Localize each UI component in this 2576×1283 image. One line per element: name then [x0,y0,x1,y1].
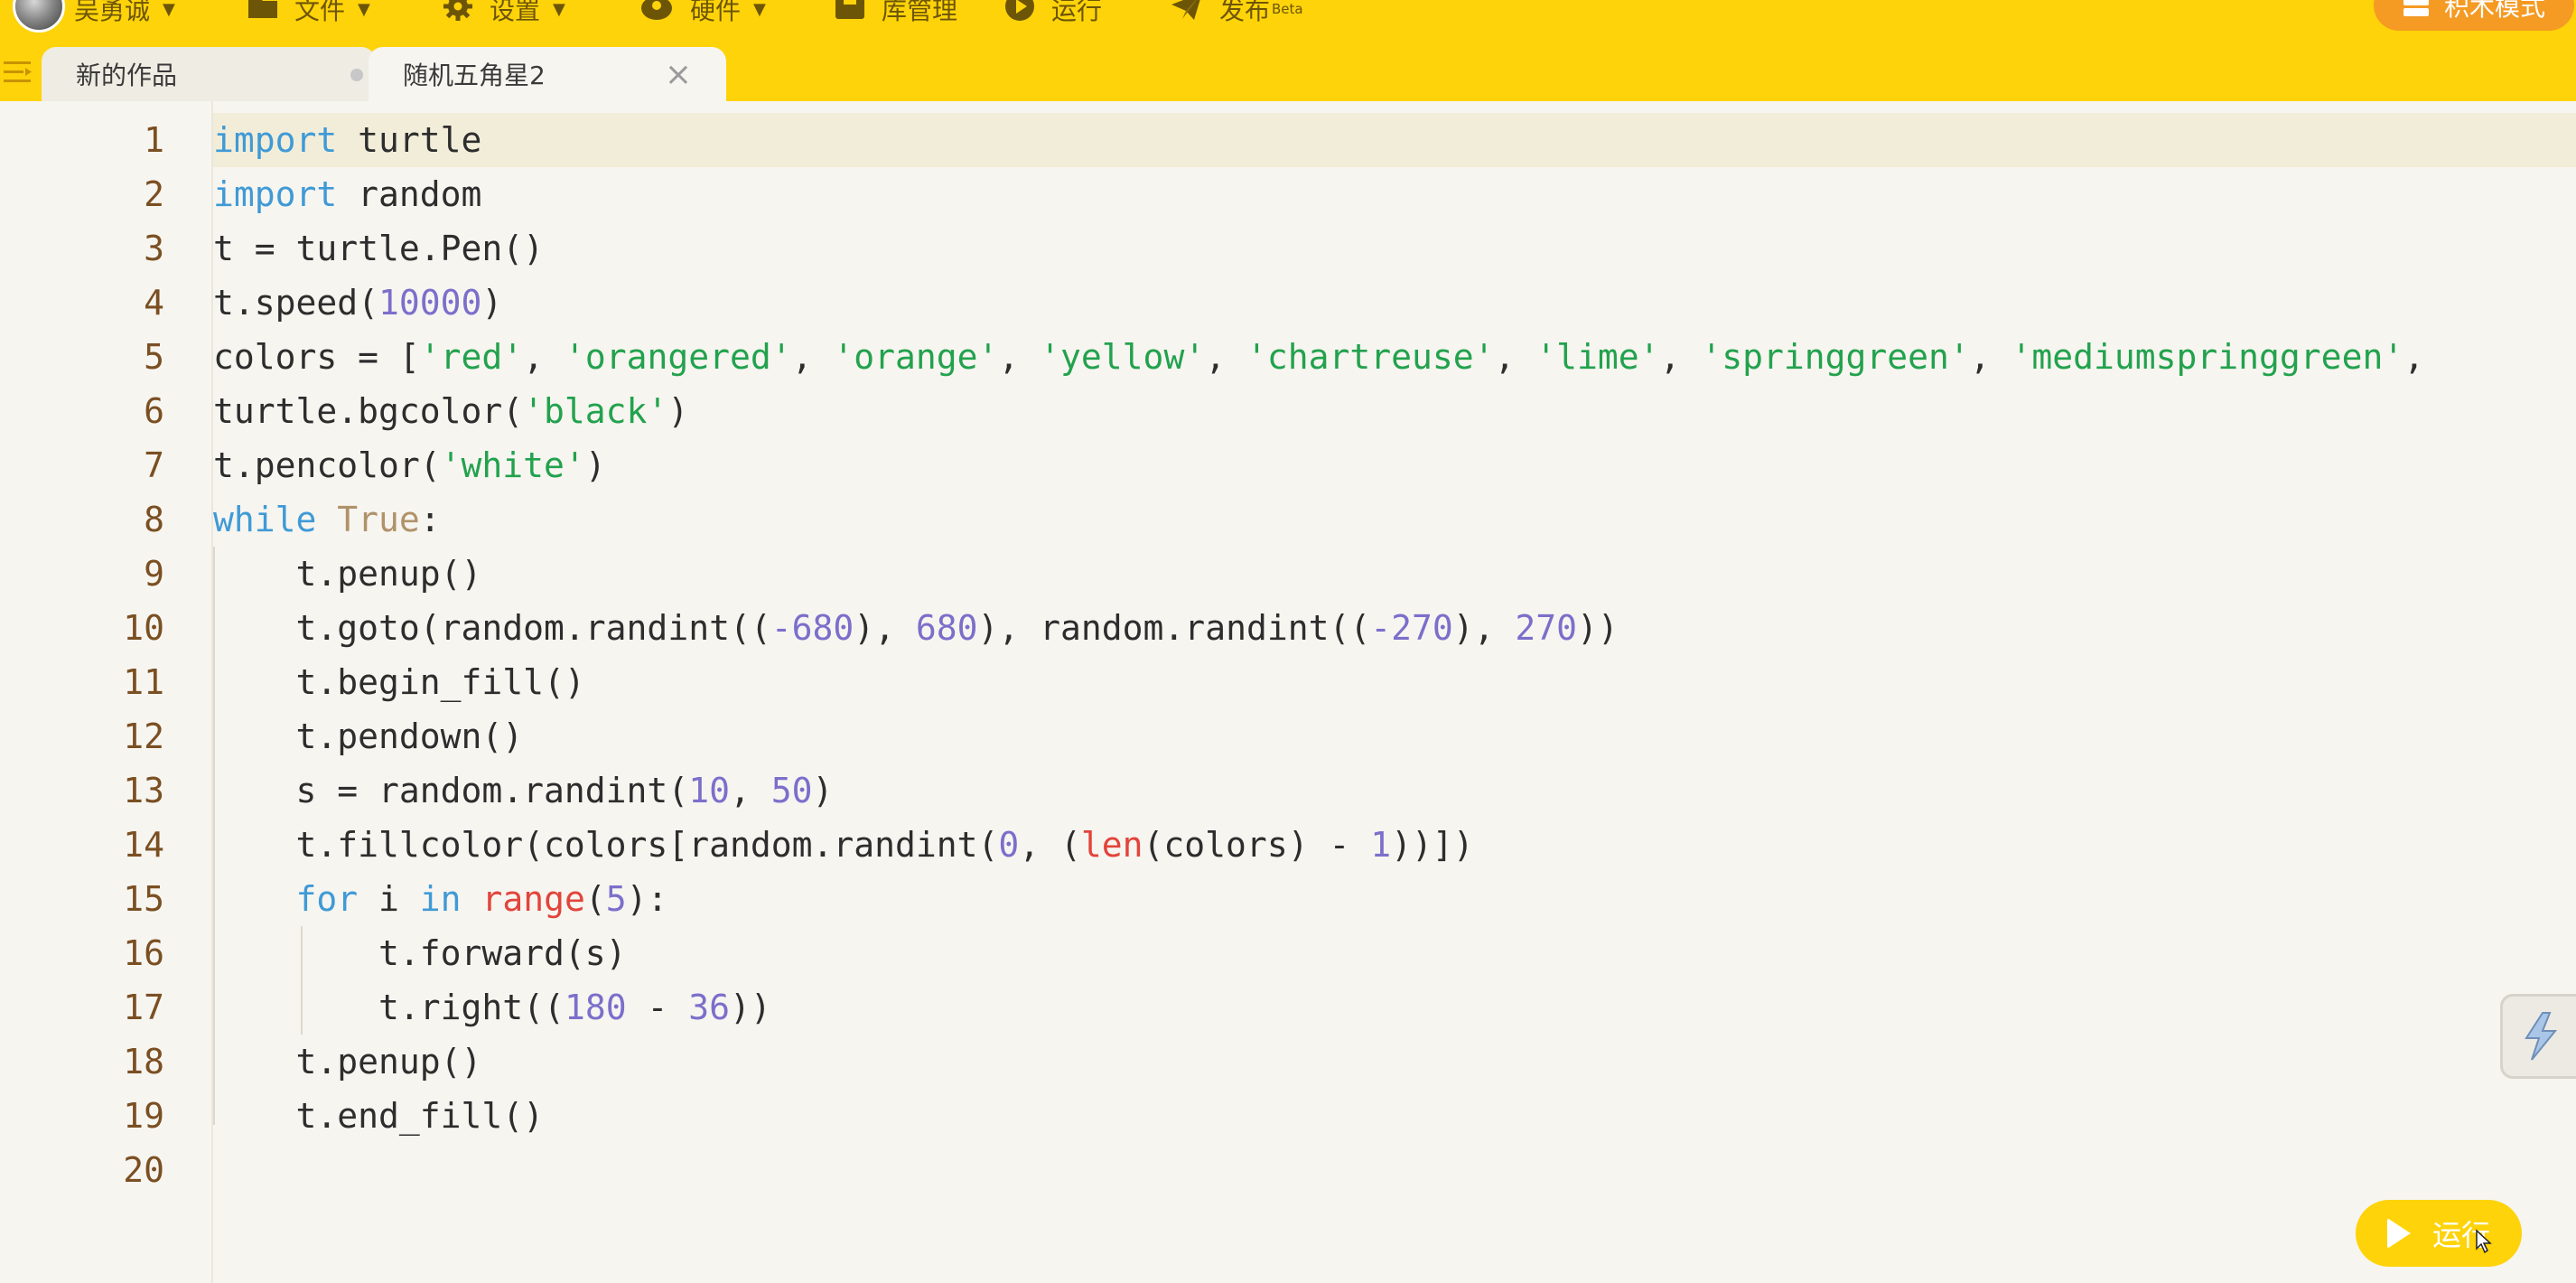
menubar: 吴勇诚 ▼ 文件 ▼ 设置 ▼ 硬件 ▼ 库管理 运行 发布 Beta 积木模式… [0,0,2576,101]
line-number: 7 [144,445,164,485]
tab-random-star[interactable]: 随机五角星2 × [369,47,726,101]
block-mode-button[interactable]: 积木模式 [2374,0,2574,31]
line-number: 11 [123,662,164,702]
line-numbers: 1 2 3 4 5 6 7 8 9 10 11 12 13 14 15 16 1… [47,101,213,1283]
code-line[interactable]: t.speed(10000) [213,276,502,330]
menu-file[interactable]: 文件 ▼ [247,0,370,27]
code-line[interactable]: t.penup() [213,547,482,601]
code-line[interactable]: t = turtle.Pen() [213,221,544,276]
code-line[interactable]: t.begin_fill() [213,655,585,709]
tab-new-work[interactable]: 新的作品 [42,47,376,101]
play-icon [2386,1218,2411,1249]
tab-label: 新的作品 [76,61,178,90]
chevron-down-icon: ▼ [358,0,370,19]
line-number: 1 [144,120,164,160]
line-number: 8 [144,500,164,539]
mouse-cursor-icon [2476,1229,2492,1254]
code-line[interactable]: t.end_fill() [213,1089,545,1143]
code-editor[interactable]: 1 2 3 4 5 6 7 8 9 10 11 12 13 14 15 16 1… [0,101,2576,1283]
editor-gutter [0,101,48,1283]
menu-library-label: 库管理 [882,0,958,25]
user-menu[interactable]: 吴勇诚 ▼ [74,0,175,27]
chevron-down-icon: ▼ [753,0,766,19]
tab-label: 随机五角星2 [403,61,546,90]
menu-hardware-label: 硬件 [690,0,742,25]
blocks-icon [2403,0,2430,16]
line-number: 14 [123,825,164,865]
username: 吴勇诚 [74,0,151,25]
line-number: 12 [123,716,164,756]
code-line[interactable]: t.right((180 - 36)) [213,980,771,1035]
menu-settings-label: 设置 [490,0,541,25]
line-number: 9 [144,554,164,594]
line-number: 19 [123,1096,164,1136]
user-avatar[interactable] [13,0,65,33]
code-line[interactable]: t.pencolor('white') [213,438,606,492]
close-icon[interactable]: × [665,56,692,93]
line-number: 15 [123,879,164,919]
line-number: 13 [123,771,164,810]
line-number: 6 [144,391,164,431]
code-line[interactable]: t.goto(random.randint((-680), 680), rand… [213,601,1619,655]
menu-settings[interactable]: 设置 ▼ [443,0,565,27]
menu-run[interactable]: 运行 [1004,0,1102,27]
line-number: 10 [123,608,164,648]
menu-library[interactable]: 库管理 [835,0,957,27]
chevron-down-icon: ▼ [163,0,175,19]
code-line[interactable]: import turtle [213,113,481,167]
lightning-icon [2525,1012,2558,1061]
menu-publish[interactable]: 发布 Beta [1171,0,1303,27]
unsaved-dot-icon [350,69,363,81]
file-list-icon[interactable] [4,60,33,85]
folder-icon [247,0,278,25]
code-line[interactable]: t.penup() [213,1035,482,1089]
line-number: 16 [123,933,164,973]
assistant-tool-button[interactable] [2500,994,2576,1079]
code-line[interactable]: colors = ['red', 'orangered', 'orange', … [213,330,2424,384]
run-button[interactable]: 运行 [2356,1200,2522,1267]
code-line[interactable]: t.fillcolor(colors[random.randint(0, (le… [213,818,1474,872]
gear-icon [443,0,473,28]
code-line[interactable]: t.forward(s) [213,926,627,980]
line-number: 17 [123,988,164,1027]
line-number: 3 [144,229,164,268]
send-icon [1171,0,1203,27]
hardware-icon [639,0,674,27]
code-line[interactable]: s = random.randint(10, 50) [213,763,834,818]
block-mode-label: 积木模式 [2443,0,2545,22]
line-number: 18 [123,1042,164,1082]
menu-publish-label: 发布 [1219,0,1271,25]
line-number: 2 [144,174,164,214]
chevron-down-icon: ▼ [553,0,565,19]
line-number: 5 [144,337,164,377]
code-line[interactable]: for i in range(5): [213,872,668,926]
beta-badge: Beta [1272,1,1303,17]
line-number: 20 [123,1150,164,1190]
code-line[interactable]: turtle.bgcolor('black') [213,384,688,438]
menu-hardware[interactable]: 硬件 ▼ [639,0,766,27]
library-icon [835,0,865,26]
play-icon [1004,0,1035,28]
menu-run-label: 运行 [1051,0,1103,25]
code-line[interactable]: while True: [213,492,441,547]
line-number: 4 [144,283,164,323]
code-line[interactable]: import random [213,167,481,221]
menu-file-label: 文件 [294,0,346,25]
code-line[interactable]: t.pendown() [213,709,524,763]
